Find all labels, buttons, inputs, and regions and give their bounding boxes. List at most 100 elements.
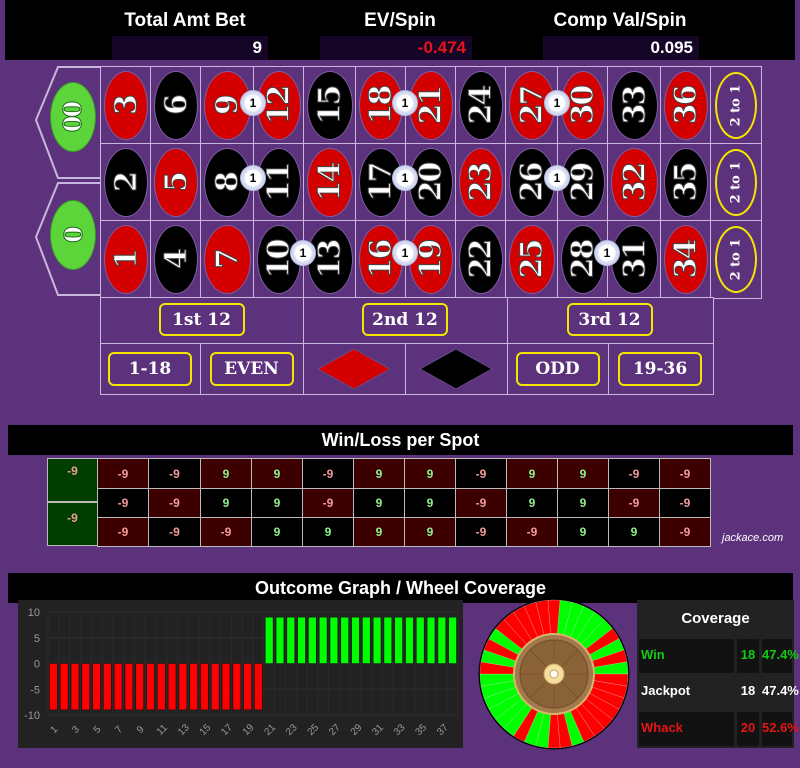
x-tick-label: 11 (155, 722, 170, 737)
number-label: 1 (108, 250, 144, 270)
number-15[interactable]: 15 (307, 71, 353, 140)
chip-split-8-11[interactable]: 1 (240, 165, 266, 191)
odd-bet[interactable]: ODD (515, 352, 600, 386)
chip-split-26-29[interactable]: 1 (544, 165, 570, 191)
outcome-chart: 10 5 0 -5 -10 1 3 5 7 9 11 13 15 17 19 21 23 25 27 29 31 33 35… (18, 600, 463, 748)
dozen-bet-1[interactable]: 1st 12 (158, 303, 245, 336)
number-34[interactable]: 34 (664, 225, 708, 294)
number-36[interactable]: 36 (664, 71, 708, 140)
chip-split-17-20[interactable]: 1 (392, 165, 418, 191)
red-diamond-icon[interactable] (316, 348, 392, 390)
number-33[interactable]: 33 (611, 71, 658, 140)
bar-outcome-34 (405, 616, 414, 664)
bar-outcome-17 (221, 663, 231, 711)
winloss-cell: 9 (557, 488, 609, 518)
x-tick-label: 19 (241, 722, 257, 738)
winloss-zero-0: -9 (47, 502, 98, 546)
winloss-cell: -9 (97, 458, 149, 489)
number-35[interactable]: 35 (664, 148, 708, 217)
number-22[interactable]: 22 (459, 225, 503, 294)
number-label: 11 (261, 163, 297, 202)
bar-outcome-36 (426, 616, 436, 664)
x-tick-label: 37 (435, 722, 451, 738)
winloss-cell: 9 (557, 458, 609, 489)
number-5[interactable]: 5 (154, 148, 198, 217)
number-label: 5 (158, 173, 194, 193)
bar-outcome-19 (243, 663, 252, 711)
number-label: 12 (261, 86, 297, 125)
winloss-title: Win/Loss per Spot (8, 425, 793, 455)
bar-outcome-38 (448, 616, 457, 664)
winloss-cell: -9 (148, 458, 201, 489)
number-2[interactable]: 2 (104, 148, 148, 217)
x-tick-label: 31 (370, 722, 386, 738)
bar-outcome-2 (60, 663, 69, 711)
column-bet-label: 2 to 1 (728, 161, 744, 204)
number-label: 20 (413, 163, 449, 202)
number-4[interactable]: 4 (154, 225, 198, 294)
number-32[interactable]: 32 (611, 148, 658, 217)
number-24[interactable]: 24 (459, 71, 503, 140)
bar-outcome-6 (103, 663, 112, 711)
even-bet[interactable]: EVEN (209, 352, 294, 386)
x-tick-label: 15 (198, 722, 214, 738)
number-label: 34 (668, 240, 704, 279)
ev-spin-value: -0.474 (320, 36, 472, 60)
chip-split-28-31[interactable]: 1 (594, 240, 620, 266)
bar-outcome-30 (362, 616, 371, 664)
winloss-cell: 9 (353, 488, 405, 518)
chip-split-27-30[interactable]: 1 (544, 90, 570, 116)
wheel-center-dot (549, 669, 559, 679)
column-bet-1[interactable]: 2 to 1 (715, 72, 757, 139)
winloss-cell: -9 (302, 488, 354, 518)
column-bet-label: 2 to 1 (728, 238, 744, 281)
winloss-cell: -9 (455, 488, 507, 518)
x-tick-label: 3 (70, 724, 82, 736)
bar-outcome-3 (70, 663, 80, 711)
y-tick-label: -5 (30, 684, 40, 696)
winloss-cell: -9 (608, 458, 660, 489)
number-label: 33 (617, 86, 653, 125)
winloss-cell: 9 (506, 488, 558, 518)
coverage-panel: Coverage Win 18 47.4% Jackpot 18 47.4% Whack 20… (637, 600, 799, 748)
chip-split-16-19[interactable]: 1 (392, 240, 418, 266)
winloss-cell: -9 (608, 488, 660, 518)
chip-split-9-12[interactable]: 1 (240, 90, 266, 116)
column-bet-3[interactable]: 2 to 1 (715, 226, 757, 293)
number-7[interactable]: 7 (204, 225, 251, 294)
bar-outcome-10 (146, 663, 155, 711)
number-label: 2 (108, 173, 144, 193)
bar-outcome-13 (178, 663, 188, 711)
chip-split-18-21[interactable]: 1 (392, 90, 418, 116)
bar-outcome-20 (254, 663, 263, 711)
number-3[interactable]: 3 (104, 71, 148, 140)
number-1[interactable]: 1 (104, 225, 148, 294)
number-23[interactable]: 23 (459, 148, 503, 217)
winloss-cell: 9 (251, 517, 303, 547)
winloss-cell: -9 (302, 458, 354, 489)
winloss-cell: -9 (659, 517, 711, 547)
high-bet[interactable]: 19-36 (618, 352, 702, 386)
dozen-bet-3[interactable]: 3rd 12 (566, 303, 653, 336)
number-25[interactable]: 25 (509, 225, 555, 294)
zero-0-spot[interactable]: 0 (50, 200, 96, 270)
dozen-bet-2[interactable]: 2nd 12 (362, 303, 448, 336)
black-diamond-icon[interactable] (418, 348, 494, 390)
x-tick-label: 23 (284, 722, 300, 738)
chip-split-10-13[interactable]: 1 (290, 240, 316, 266)
bar-outcome-4 (81, 663, 90, 711)
number-label: 22 (463, 240, 499, 279)
zero-00-spot[interactable]: 00 (50, 82, 96, 152)
low-bet[interactable]: 1-18 (108, 352, 192, 386)
x-tick-label: 5 (92, 724, 104, 736)
column-bet-2[interactable]: 2 to 1 (715, 149, 757, 216)
number-6[interactable]: 6 (154, 71, 198, 140)
winloss-cell: -9 (97, 517, 149, 547)
number-14[interactable]: 14 (307, 148, 353, 217)
number-label: 24 (463, 86, 499, 125)
number-label: 36 (668, 86, 704, 125)
winloss-cell: 9 (506, 458, 558, 489)
bar-outcome-28 (340, 616, 349, 664)
number-label: 35 (668, 163, 704, 202)
x-tick-label: 7 (113, 724, 125, 736)
